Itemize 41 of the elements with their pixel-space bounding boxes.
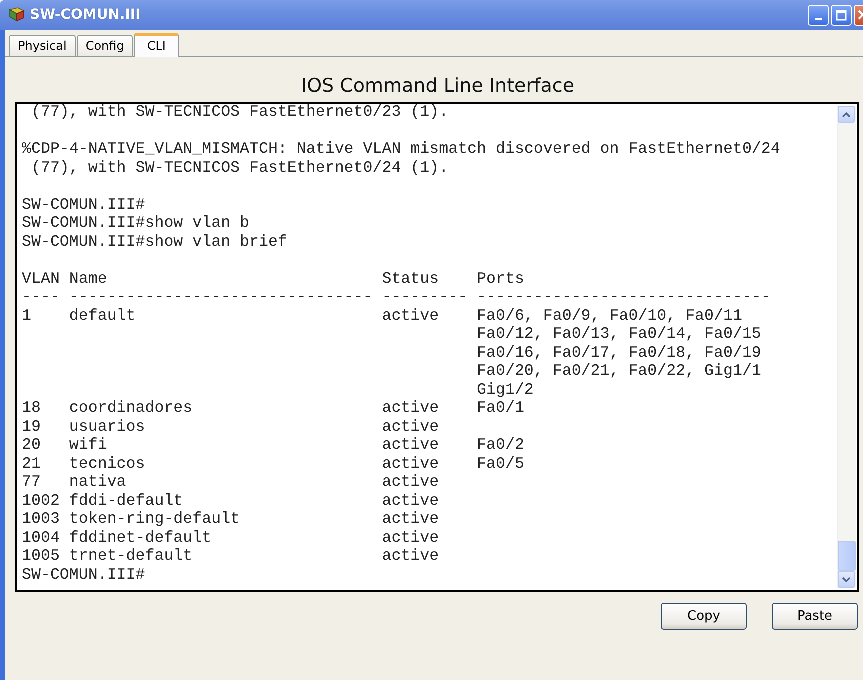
tab[interactable]: CLI <box>134 33 179 57</box>
terminal-line: 1005 trnet-default active <box>22 547 440 566</box>
terminal-line: 18 coordinadores active Fa0/1 <box>22 399 524 418</box>
terminal-line: (77), with SW-TECNICOS FastEthernet0/23 (1). <box>30 103 449 122</box>
terminal-line: 1 default active Fa0/6, Fa0/9, Fa0/10, Fa0/11 <box>22 306 742 325</box>
terminal-line: 1004 fddinet-default active <box>22 528 440 547</box>
terminal-line: Fa0/16, Fa0/17, Fa0/18, Fa0/19 <box>476 344 762 362</box>
terminal-line: SW-COMUN.III# <box>22 196 146 214</box>
chevron-up-icon <box>842 112 851 118</box>
terminal-line: %CDP-4-NATIVE_VLAN_MISMATCH: Native VLAN mismatch discovered on FastEthernet0/24 <box>22 140 780 158</box>
network-device-icon <box>8 7 26 23</box>
chevron-down-icon <box>842 576 851 582</box>
terminal-line: VLAN Name Status Ports <box>22 270 524 288</box>
terminal-line: 1003 token-ring-default active <box>22 510 440 528</box>
terminal-line: (77), with SW-TECNICOS FastEthernet0/24 (1). <box>30 158 449 177</box>
terminal-line: Fa0/20, Fa0/21, Fa0/22, Gig1/1 <box>476 362 762 380</box>
maximize-button[interactable] <box>831 4 852 26</box>
scrollbar[interactable] <box>837 106 856 588</box>
panel-heading: IOS Command Line Interface <box>300 75 576 99</box>
window-title: SW-COMUN.III <box>30 7 142 23</box>
minimize-button[interactable] <box>808 4 829 26</box>
terminal-line: SW-COMUN.III#show vlan b <box>22 214 250 232</box>
terminal-line: Fa0/12, Fa0/13, Fa0/14, Fa0/15 <box>476 325 762 344</box>
scroll-up-button[interactable] <box>838 106 855 123</box>
tab[interactable]: Config <box>76 35 134 56</box>
maximize-icon <box>836 10 847 20</box>
tab[interactable]: Physical <box>9 35 76 56</box>
terminal-line: 19 usuarios active <box>22 418 440 436</box>
scroll-down-button[interactable] <box>838 571 855 588</box>
terminal-line: 21 tecnicos active Fa0/5 <box>22 454 524 473</box>
terminal-line: 1002 fddi-default active <box>22 492 440 510</box>
terminal-line: 77 nativa active <box>22 473 440 492</box>
action-button[interactable]: Copy <box>661 603 747 630</box>
terminal-line: Gig1/2 <box>476 380 534 399</box>
action-button[interactable]: Paste <box>772 603 858 630</box>
terminal-line: 20 wifi active Fa0/2 <box>22 436 524 454</box>
terminal-line: SW-COMUN.III# <box>22 566 146 584</box>
terminal-line: ---- -------------------------------- --------- ------------------------------- <box>22 288 771 306</box>
terminal-line: SW-COMUN.III#show vlan brief <box>22 232 288 251</box>
scroll-thumb[interactable] <box>838 541 856 571</box>
minimize-icon <box>815 18 822 20</box>
